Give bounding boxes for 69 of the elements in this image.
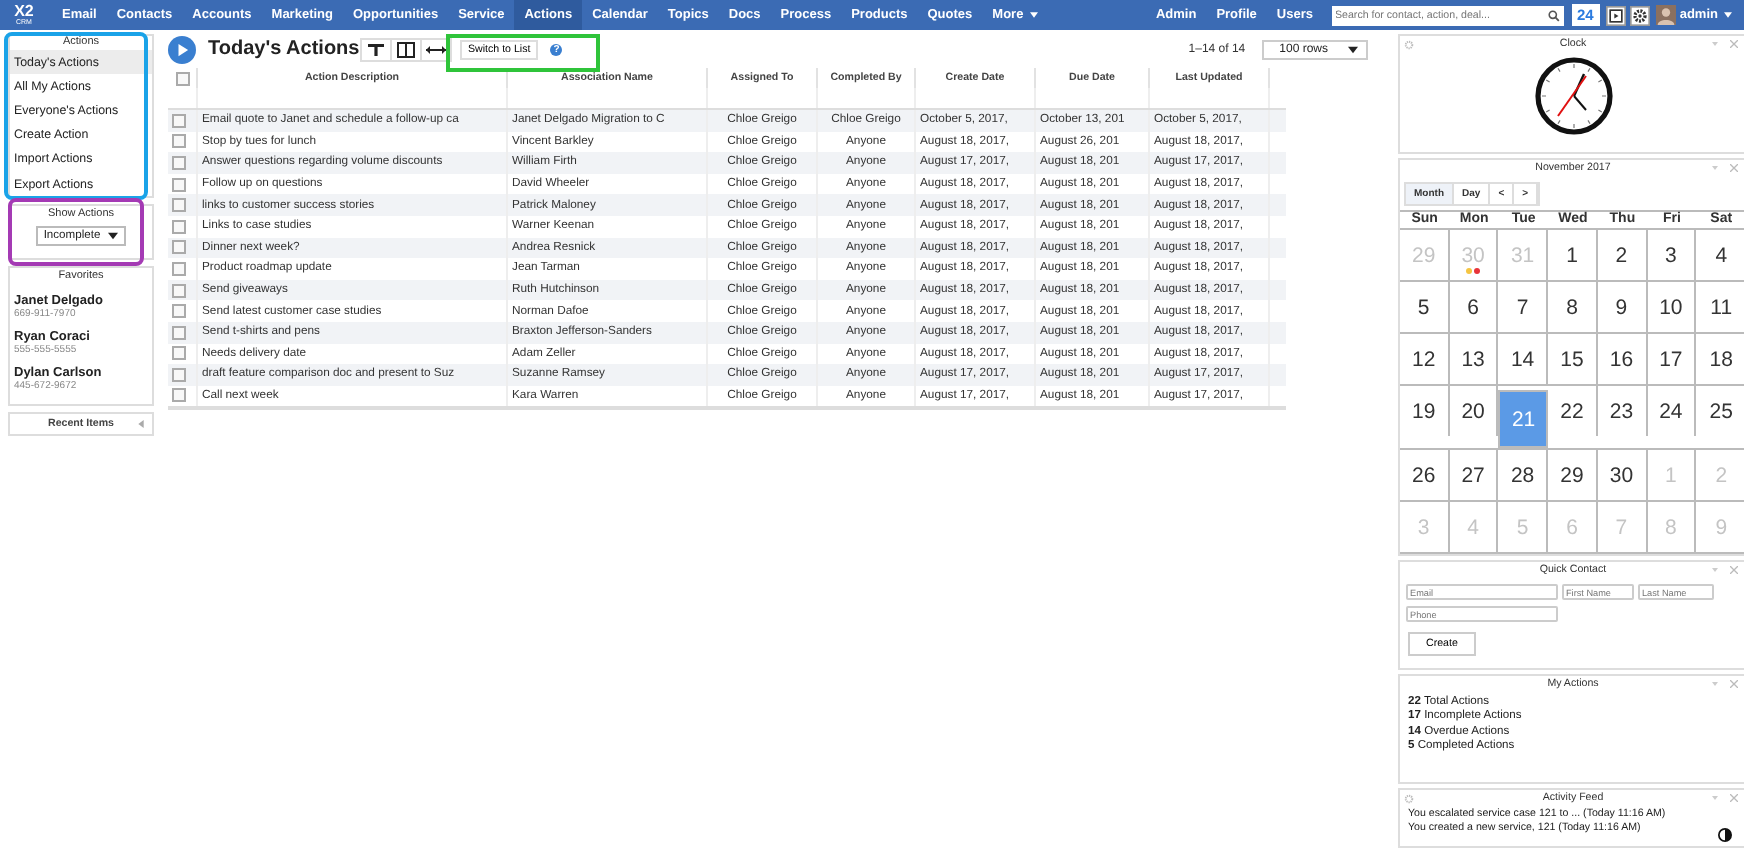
minimize-icon[interactable] xyxy=(1712,568,1718,572)
calendar-day[interactable]: 9 xyxy=(1597,282,1648,332)
calendar-day[interactable]: 19 xyxy=(1400,386,1450,436)
calendar-day[interactable]: 5 xyxy=(1400,282,1450,332)
calendar-day[interactable]: 24 xyxy=(1647,386,1697,436)
calendar-day[interactable]: 22 xyxy=(1548,386,1598,436)
row-checkbox[interactable] xyxy=(172,261,186,276)
calendar-day[interactable]: 3 xyxy=(1647,230,1697,280)
calendar-day[interactable]: 15 xyxy=(1548,334,1598,384)
filter-icon[interactable] xyxy=(362,39,392,59)
select-all-checkbox[interactable] xyxy=(175,71,189,85)
calendar-day[interactable]: 11 xyxy=(1696,282,1744,332)
event-dot[interactable] xyxy=(1466,268,1473,274)
settings-icon[interactable] xyxy=(1629,5,1650,25)
close-icon[interactable] xyxy=(1730,794,1738,802)
row-checkbox[interactable] xyxy=(172,198,186,213)
calendar-day[interactable]: 28 xyxy=(1498,450,1549,500)
calendar-day[interactable]: 7 xyxy=(1498,282,1549,332)
close-icon[interactable] xyxy=(1730,40,1738,48)
calendar-day[interactable]: 10 xyxy=(1647,282,1697,332)
calendar-day[interactable]: 14 xyxy=(1498,334,1549,384)
calendar-day[interactable]: 8 xyxy=(1548,282,1598,332)
minimize-icon[interactable] xyxy=(1712,796,1718,800)
row-checkbox[interactable] xyxy=(172,283,186,298)
close-icon[interactable] xyxy=(1730,680,1738,688)
calendar-day[interactable]: 13 xyxy=(1449,334,1499,384)
page-title: Today's Actions xyxy=(208,38,360,60)
caret-icon xyxy=(1724,12,1732,18)
event-dot[interactable] xyxy=(1473,268,1480,274)
row-checkbox[interactable] xyxy=(172,367,186,382)
calendar-day[interactable]: 2 xyxy=(1597,230,1648,280)
calendar-day[interactable]: 26 xyxy=(1400,450,1450,500)
row-checkbox[interactable] xyxy=(172,346,186,361)
caret-icon xyxy=(138,420,144,429)
row-checkbox[interactable] xyxy=(172,134,186,149)
row-checkbox[interactable] xyxy=(172,155,186,170)
row-checkbox[interactable] xyxy=(172,219,186,234)
calendar-day[interactable]: 23 xyxy=(1597,386,1648,436)
calendar-day[interactable]: 25 xyxy=(1696,386,1744,436)
play-icon xyxy=(168,35,196,63)
row-checkbox[interactable] xyxy=(172,325,186,340)
caret-icon xyxy=(1029,12,1038,18)
caret-icon xyxy=(1348,45,1358,53)
columns-icon[interactable] xyxy=(392,39,422,59)
contrast-icon[interactable] xyxy=(1718,828,1732,842)
calendar-day[interactable]: 16 xyxy=(1597,334,1648,384)
minimize-icon[interactable] xyxy=(1712,682,1718,686)
row-checkbox[interactable] xyxy=(172,240,186,255)
caret-icon xyxy=(108,232,119,241)
calendar-day[interactable]: 1 xyxy=(1548,230,1598,280)
calendar-day[interactable]: 27 xyxy=(1449,450,1499,500)
minimize-icon[interactable] xyxy=(1712,42,1718,46)
row-checkbox[interactable] xyxy=(172,304,186,319)
close-icon[interactable] xyxy=(1730,566,1738,574)
calendar-day[interactable]: 17 xyxy=(1647,334,1697,384)
calendar-day[interactable]: 4 xyxy=(1696,230,1744,280)
close-icon[interactable] xyxy=(1730,164,1738,172)
row-checkbox[interactable] xyxy=(172,177,186,192)
calendar-day[interactable]: 29 xyxy=(1548,450,1598,500)
minimize-icon[interactable] xyxy=(1712,166,1718,170)
calendar-day[interactable]: 12 xyxy=(1400,334,1450,384)
calendar-day[interactable]: 18 xyxy=(1696,334,1744,384)
play-icon[interactable] xyxy=(1605,5,1626,25)
search-icon xyxy=(1547,9,1559,21)
clock-drawing xyxy=(1533,56,1613,136)
row-checkbox[interactable] xyxy=(172,113,186,128)
calendar-day[interactable]: 30 xyxy=(1597,450,1648,500)
row-checkbox[interactable] xyxy=(172,388,186,403)
calendar-day[interactable]: 6 xyxy=(1449,282,1499,332)
